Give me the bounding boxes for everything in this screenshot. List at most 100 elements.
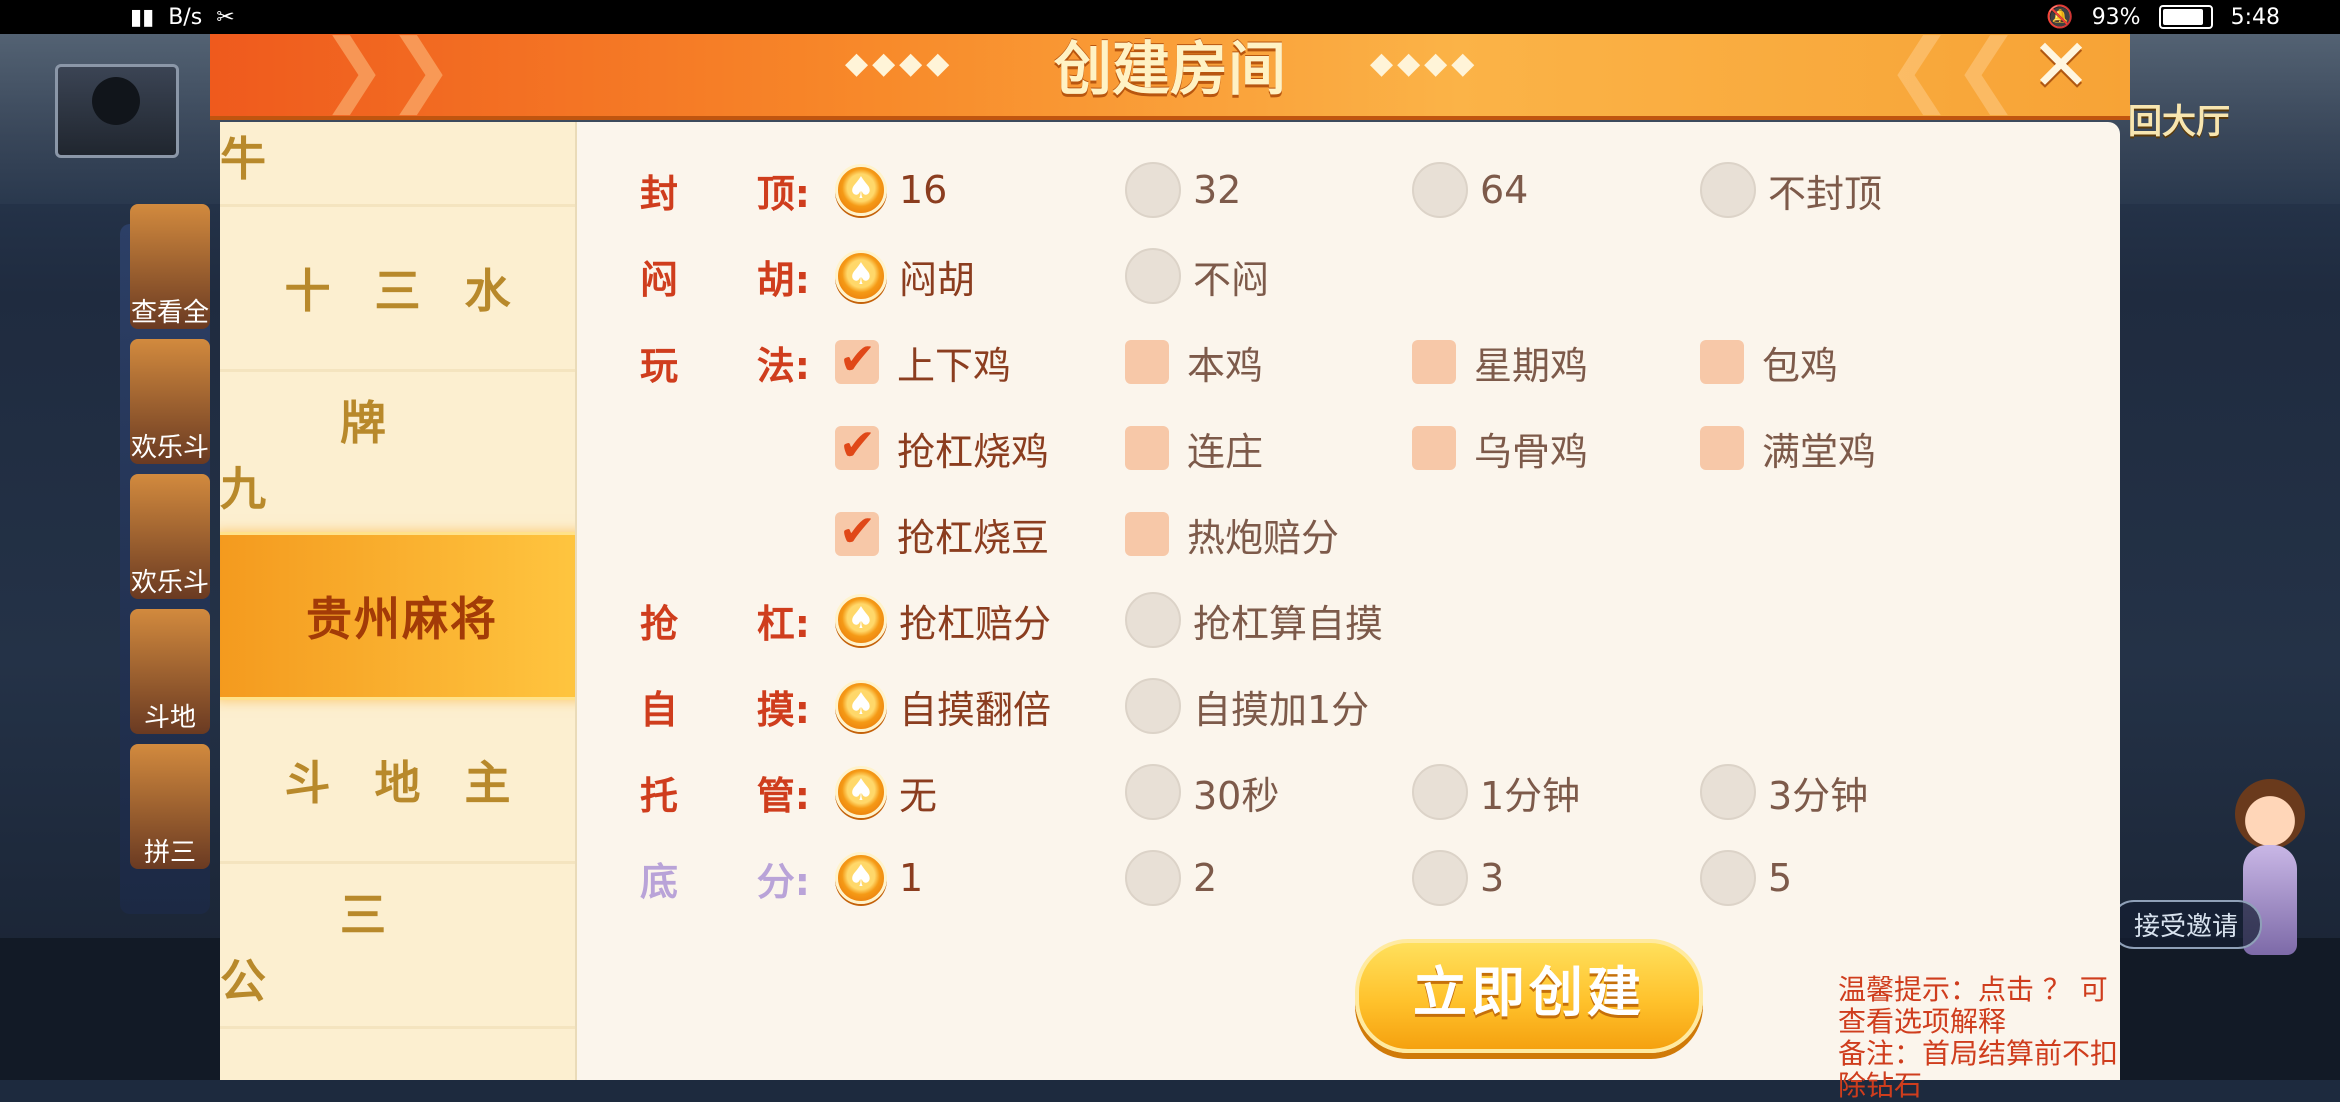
radio-selected-icon[interactable] — [835, 250, 887, 302]
radio-unselected-icon[interactable] — [1700, 850, 1756, 906]
radio-unselected-icon[interactable] — [1125, 764, 1181, 820]
category-paijiu[interactable]: 牌九 — [220, 372, 575, 537]
radio-selected-icon[interactable] — [835, 164, 887, 216]
side-game-1[interactable]: 查看全 — [130, 204, 210, 329]
radio-option[interactable]: 1 — [835, 848, 923, 908]
radio-unselected-icon[interactable] — [1700, 764, 1756, 820]
radio-option[interactable]: 自摸加1分 — [1125, 676, 1369, 736]
option-row-label: 闷 胡: — [640, 246, 810, 306]
radio-option[interactable]: 30秒 — [1125, 762, 1279, 822]
category-shisanshui[interactable]: 十三水 — [220, 207, 575, 372]
option-row-label: 封 顶: — [640, 160, 810, 220]
player-avatar[interactable] — [55, 64, 179, 158]
side-game-2[interactable]: 欢乐斗 — [130, 339, 210, 464]
option-label: 32 — [1193, 168, 1242, 212]
checkbox-checked-icon[interactable] — [835, 334, 879, 385]
checkbox-option[interactable]: 满堂鸡 — [1700, 418, 1876, 478]
checkbox-option[interactable]: 星期鸡 — [1412, 332, 1588, 392]
clock: 5:48 — [2230, 4, 2280, 30]
option-label: 无 — [899, 773, 938, 818]
radio-option[interactable]: 不闷 — [1125, 246, 1269, 306]
close-button[interactable]: ✕ — [2022, 29, 2100, 102]
radio-option[interactable]: 不封顶 — [1700, 160, 1882, 220]
label-char: 管: — [756, 773, 810, 818]
label-char: 托 — [640, 773, 679, 818]
checkbox-unchecked-icon[interactable] — [1125, 426, 1169, 470]
checkbox-option[interactable]: 抢杠烧鸡 — [835, 418, 1049, 478]
option-row-label — [640, 418, 810, 478]
option-label: 闷胡 — [899, 257, 976, 302]
checkbox-unchecked-icon[interactable] — [1125, 340, 1169, 384]
option-label: 不封顶 — [1768, 171, 1883, 216]
checkbox-unchecked-icon[interactable] — [1125, 512, 1169, 556]
radio-unselected-icon[interactable] — [1125, 850, 1181, 906]
radio-selected-icon[interactable] — [835, 680, 887, 732]
tip-line-1: 温馨提示：点击 ？ 可查看选项解释 — [1838, 973, 2108, 1038]
checkbox-checked-icon[interactable] — [835, 506, 879, 557]
radio-option[interactable]: 64 — [1412, 160, 1528, 220]
category-niuniu[interactable]: 牛牛 — [220, 122, 575, 207]
radio-option[interactable]: 16 — [835, 160, 947, 220]
category-doudizhu[interactable]: 斗地主 — [220, 699, 575, 864]
option-row: 托 管: 无 30秒 1分钟 3分钟 — [590, 762, 2120, 822]
radio-unselected-icon[interactable] — [1412, 764, 1468, 820]
checkbox-unchecked-icon[interactable] — [1700, 340, 1744, 384]
network-speed: B/s — [168, 4, 203, 30]
radio-option[interactable]: 1分钟 — [1412, 762, 1580, 822]
radio-unselected-icon[interactable] — [1700, 162, 1756, 218]
radio-option[interactable]: 2 — [1125, 848, 1217, 908]
radio-unselected-icon[interactable] — [1412, 162, 1468, 218]
checkbox-option[interactable]: 热炮赔分 — [1125, 504, 1339, 564]
dialog-header: ❯❯ ❮❮ ◆◆◆◆ ◆◆◆◆ 创建房间 ✕ — [210, 29, 2130, 120]
back-to-hall-button[interactable]: 回大厅 — [2128, 94, 2230, 143]
checkbox-option[interactable]: 乌骨鸡 — [1412, 418, 1588, 478]
option-row: 底 分: 1 2 3 5 — [590, 848, 2120, 908]
radio-option[interactable]: 闷胡 — [835, 246, 975, 306]
radio-unselected-icon[interactable] — [1125, 592, 1181, 648]
checkbox-unchecked-icon[interactable] — [1412, 426, 1456, 470]
option-label: 星期鸡 — [1474, 343, 1589, 388]
side-game-4[interactable]: 斗地 — [130, 609, 210, 734]
radio-selected-icon[interactable] — [835, 852, 887, 904]
radio-unselected-icon[interactable] — [1125, 162, 1181, 218]
option-row: 抢杠烧鸡 连庄 乌骨鸡 满堂鸡 — [590, 418, 2120, 478]
radio-selected-icon[interactable] — [835, 766, 887, 818]
radio-unselected-icon[interactable] — [1412, 850, 1468, 906]
radio-option[interactable]: 32 — [1125, 160, 1241, 220]
radio-selected-icon[interactable] — [835, 594, 887, 646]
category-sangong[interactable]: 三公 — [220, 864, 575, 1029]
tip-line-2: 备注：首局结算前不扣除钻石 — [1838, 1037, 2119, 1102]
checkbox-unchecked-icon[interactable] — [1412, 340, 1456, 384]
label-char: 闷 — [640, 257, 679, 302]
side-game-5[interactable]: 拼三 — [130, 744, 210, 869]
radio-unselected-icon[interactable] — [1125, 678, 1181, 734]
options-area[interactable]: 封顶:163264不封顶闷胡:闷胡不闷玩法:上下鸡本鸡星期鸡包鸡抢杠烧鸡连庄乌骨… — [590, 122, 2120, 912]
create-now-button[interactable]: 立即创建 — [1355, 939, 1703, 1053]
option-label: 30秒 — [1193, 773, 1280, 818]
option-label: 3分钟 — [1768, 773, 1869, 818]
radio-option[interactable]: 抢杠赔分 — [835, 590, 1051, 650]
label-char: 胡: — [756, 257, 810, 302]
radio-option[interactable]: 3分钟 — [1700, 762, 1868, 822]
checkbox-option[interactable]: 上下鸡 — [835, 332, 1011, 392]
radio-option[interactable]: 自摸翻倍 — [835, 676, 1051, 736]
checkbox-option[interactable]: 连庄 — [1125, 418, 1263, 478]
option-row-label: 底 分: — [640, 848, 810, 908]
radio-option[interactable]: 无 — [835, 762, 937, 822]
side-game-3[interactable]: 欢乐斗 — [130, 474, 210, 599]
checkbox-option[interactable]: 包鸡 — [1700, 332, 1838, 392]
accept-invite-button[interactable]: 接受邀请 — [2110, 900, 2263, 949]
checkbox-unchecked-icon[interactable] — [1700, 426, 1744, 470]
label-char: 底 — [640, 859, 679, 904]
category-guizhou-mahjong[interactable]: 贵州麻将 — [220, 532, 575, 700]
radio-option[interactable]: 5 — [1700, 848, 1792, 908]
checkbox-option[interactable]: 本鸡 — [1125, 332, 1263, 392]
label-char: 抢 — [640, 601, 679, 646]
scissors-icon: ✂ — [216, 4, 235, 30]
checkbox-option[interactable]: 抢杠烧豆 — [835, 504, 1049, 564]
checkbox-checked-icon[interactable] — [835, 420, 879, 471]
radio-option[interactable]: 抢杠算自摸 — [1125, 590, 1383, 650]
option-label: 上下鸡 — [897, 343, 1012, 388]
radio-option[interactable]: 3 — [1412, 848, 1504, 908]
radio-unselected-icon[interactable] — [1125, 248, 1181, 304]
